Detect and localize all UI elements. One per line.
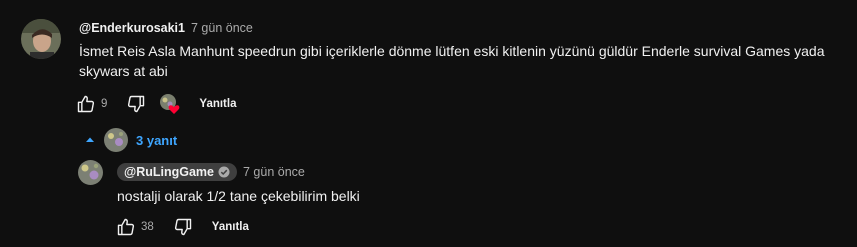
comment-thread: @Enderkurosaki1 7 gün önce İsmet Reis As…	[0, 0, 857, 247]
reply-like-count: 38	[141, 221, 154, 233]
thumbs-up-icon	[117, 218, 135, 236]
reply-header: @RuLingGame 7 gün önce	[117, 163, 305, 181]
reply-actions: 38 Yanıtla	[115, 216, 249, 238]
commenter-avatar[interactable]	[21, 19, 61, 59]
commenter-avatar-image	[21, 19, 61, 59]
reply-dislike-button[interactable]	[172, 216, 194, 238]
reply-timestamp[interactable]: 7 gün önce	[243, 165, 305, 179]
like-button[interactable]	[75, 93, 97, 115]
replies-toggle[interactable]: 3 yanıt	[84, 128, 177, 152]
replies-count-label: 3 yanıt	[136, 132, 178, 148]
verified-check-icon	[218, 166, 230, 178]
reply-author-mini-avatar	[104, 128, 128, 152]
reply-reply-button[interactable]: Yanıtla	[212, 221, 249, 233]
comment-author[interactable]: @Enderkurosaki1	[79, 21, 185, 35]
like-count: 9	[101, 98, 108, 110]
reply-text: nostalji olarak 1/2 tane çekebilirim bel…	[117, 188, 360, 204]
dislike-button[interactable]	[125, 93, 147, 115]
thumbs-down-icon	[174, 218, 192, 236]
mini-avatar-image	[104, 128, 128, 152]
thumbs-up-icon	[77, 95, 95, 113]
reply-avatar-image	[78, 160, 103, 185]
comment-actions: 9 Yanıtla	[75, 93, 236, 115]
creator-avatar-heart-icon	[160, 94, 180, 114]
reply-author-chip[interactable]: @RuLingGame	[117, 163, 237, 181]
comment-timestamp[interactable]: 7 gün önce	[191, 21, 253, 35]
reply-author-avatar[interactable]	[78, 160, 103, 185]
creator-heart	[159, 93, 181, 115]
reply-author: @RuLingGame	[124, 165, 214, 179]
reply-button[interactable]: Yanıtla	[199, 98, 236, 110]
comment-header: @Enderkurosaki1 7 gün önce	[79, 21, 253, 35]
comment-text: İsmet Reis Asla Manhunt speedrun gibi iç…	[79, 41, 839, 81]
thumbs-down-icon	[128, 95, 145, 113]
reply-like-button[interactable]	[115, 216, 137, 238]
caret-up-icon	[86, 137, 94, 142]
comment-text-line1: İsmet Reis Asla Manhunt speedrun gibi iç…	[79, 43, 825, 59]
comment-text-line2: skywars at abi	[79, 63, 168, 79]
